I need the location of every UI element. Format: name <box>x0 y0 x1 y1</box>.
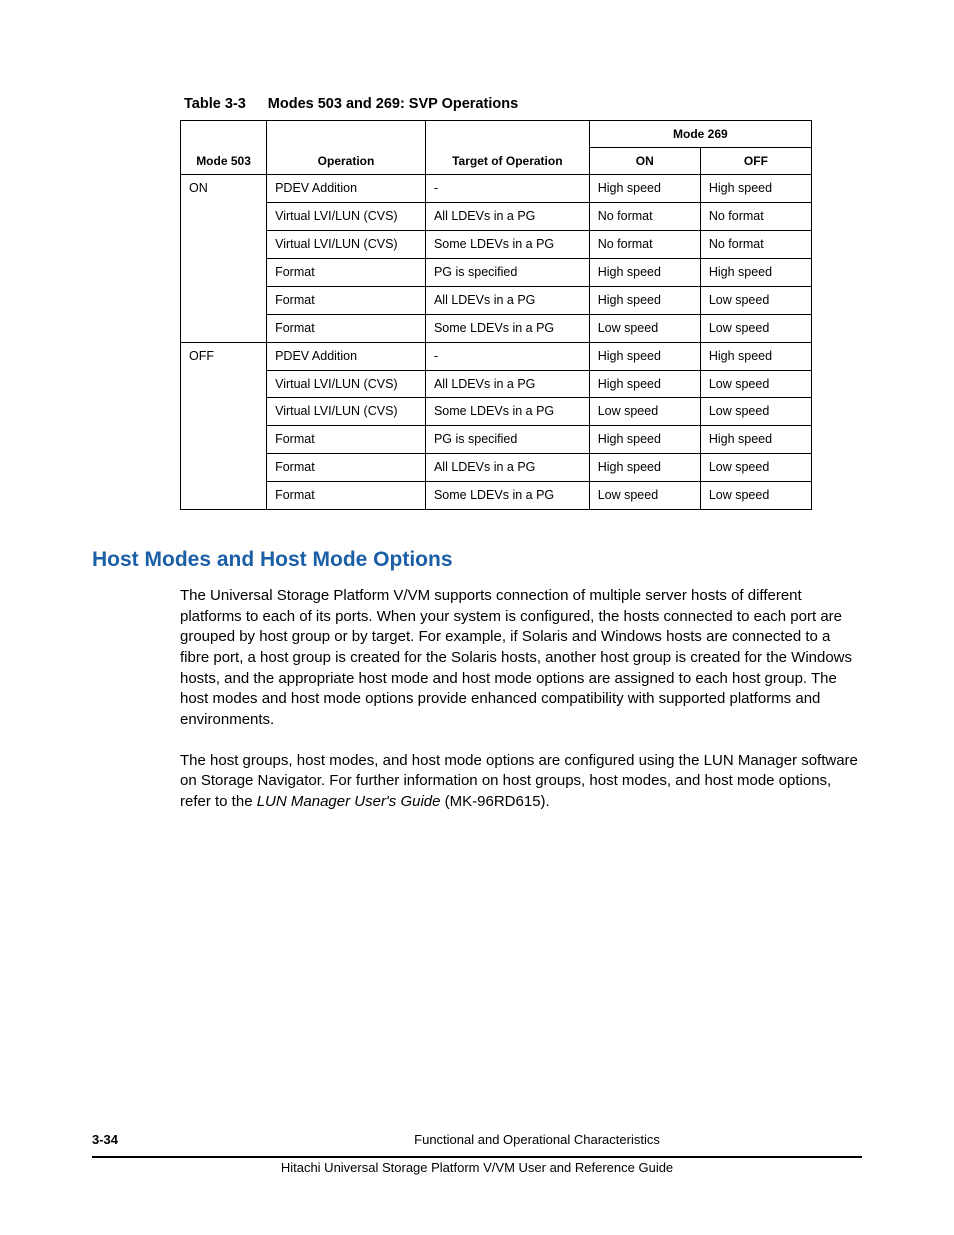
paragraph: The Universal Storage Platform V/VM supp… <box>180 586 862 731</box>
svp-operations-table: Mode 503 Operation Target of Operation M… <box>180 120 812 510</box>
table-row: Format All LDEVs in a PG High speed Low … <box>181 286 812 314</box>
table-row: Virtual LVI/LUN (CVS) All LDEVs in a PG … <box>181 370 812 398</box>
table-row: Virtual LVI/LUN (CVS) Some LDEVs in a PG… <box>181 231 812 259</box>
cell-op: Format <box>267 454 426 482</box>
table-row: Virtual LVI/LUN (CVS) All LDEVs in a PG … <box>181 203 812 231</box>
cell-target: All LDEVs in a PG <box>425 370 589 398</box>
cell-op: Virtual LVI/LUN (CVS) <box>267 398 426 426</box>
table-caption: Table 3-3 Modes 503 and 269: SVP Operatio… <box>184 96 862 112</box>
th-mode503: Mode 503 <box>181 121 267 175</box>
footer-chapter-title: Functional and Operational Characteristi… <box>312 1132 862 1147</box>
table-header-row: Mode 503 Operation Target of Operation M… <box>181 121 812 148</box>
table-row: Format PG is specified High speed High s… <box>181 426 812 454</box>
cell-target: - <box>425 175 589 203</box>
cell-op: Format <box>267 314 426 342</box>
cell-on: High speed <box>589 454 700 482</box>
cell-off: Low speed <box>700 314 811 342</box>
cell-on: Low speed <box>589 314 700 342</box>
cell-target: All LDEVs in a PG <box>425 454 589 482</box>
cell-op: Format <box>267 259 426 287</box>
table-row: Format PG is specified High speed High s… <box>181 259 812 287</box>
cell-op: Format <box>267 286 426 314</box>
table-row: OFF PDEV Addition - High speed High spee… <box>181 342 812 370</box>
cell-target: PG is specified <box>425 426 589 454</box>
cell-target: PG is specified <box>425 259 589 287</box>
table-row: ON PDEV Addition - High speed High speed <box>181 175 812 203</box>
cell-op: Virtual LVI/LUN (CVS) <box>267 231 426 259</box>
cell-op: Format <box>267 482 426 510</box>
cell-target: All LDEVs in a PG <box>425 286 589 314</box>
cell-target: - <box>425 342 589 370</box>
cell-op: Virtual LVI/LUN (CVS) <box>267 370 426 398</box>
page-footer: 3-34 Functional and Operational Characte… <box>92 1132 862 1175</box>
cell-off: Low speed <box>700 286 811 314</box>
cell-on: No format <box>589 231 700 259</box>
cell-off: Low speed <box>700 482 811 510</box>
section-heading: Host Modes and Host Mode Options <box>92 548 862 572</box>
cell-off: No format <box>700 203 811 231</box>
cell-off: Low speed <box>700 370 811 398</box>
cell-off: No format <box>700 231 811 259</box>
table-row: Format Some LDEVs in a PG Low speed Low … <box>181 314 812 342</box>
text: (MK-96RD615). <box>441 793 550 810</box>
cell-op: Virtual LVI/LUN (CVS) <box>267 203 426 231</box>
cell-off: Low speed <box>700 398 811 426</box>
cell-on: High speed <box>589 342 700 370</box>
footer-doc-title: Hitachi Universal Storage Platform V/VM … <box>92 1158 862 1175</box>
cell-mode503: OFF <box>181 342 267 509</box>
cell-on: Low speed <box>589 398 700 426</box>
cell-mode503: ON <box>181 175 267 342</box>
table-row: Format Some LDEVs in a PG Low speed Low … <box>181 482 812 510</box>
cell-on: High speed <box>589 175 700 203</box>
cell-target: Some LDEVs in a PG <box>425 398 589 426</box>
cell-off: High speed <box>700 426 811 454</box>
cell-off: High speed <box>700 342 811 370</box>
th-target: Target of Operation <box>425 121 589 175</box>
cell-op: PDEV Addition <box>267 175 426 203</box>
citation-title: LUN Manager User's Guide <box>257 793 441 810</box>
table-row: Format All LDEVs in a PG High speed Low … <box>181 454 812 482</box>
cell-on: Low speed <box>589 482 700 510</box>
cell-off: High speed <box>700 175 811 203</box>
paragraph: The host groups, host modes, and host mo… <box>180 751 862 813</box>
table-row: Virtual LVI/LUN (CVS) Some LDEVs in a PG… <box>181 398 812 426</box>
cell-on: High speed <box>589 259 700 287</box>
th-mode269-group: Mode 269 <box>589 121 811 148</box>
table-title: Modes 503 and 269: SVP Operations <box>268 96 518 112</box>
cell-on: High speed <box>589 426 700 454</box>
cell-op: PDEV Addition <box>267 342 426 370</box>
page-number: 3-34 <box>92 1132 312 1147</box>
cell-target: Some LDEVs in a PG <box>425 314 589 342</box>
cell-target: Some LDEVs in a PG <box>425 231 589 259</box>
cell-target: All LDEVs in a PG <box>425 203 589 231</box>
cell-on: No format <box>589 203 700 231</box>
table-number: Table 3-3 <box>184 96 246 112</box>
cell-op: Format <box>267 426 426 454</box>
th-off: OFF <box>700 148 811 175</box>
cell-on: High speed <box>589 286 700 314</box>
cell-target: Some LDEVs in a PG <box>425 482 589 510</box>
cell-on: High speed <box>589 370 700 398</box>
cell-off: High speed <box>700 259 811 287</box>
th-on: ON <box>589 148 700 175</box>
cell-off: Low speed <box>700 454 811 482</box>
th-operation: Operation <box>267 121 426 175</box>
